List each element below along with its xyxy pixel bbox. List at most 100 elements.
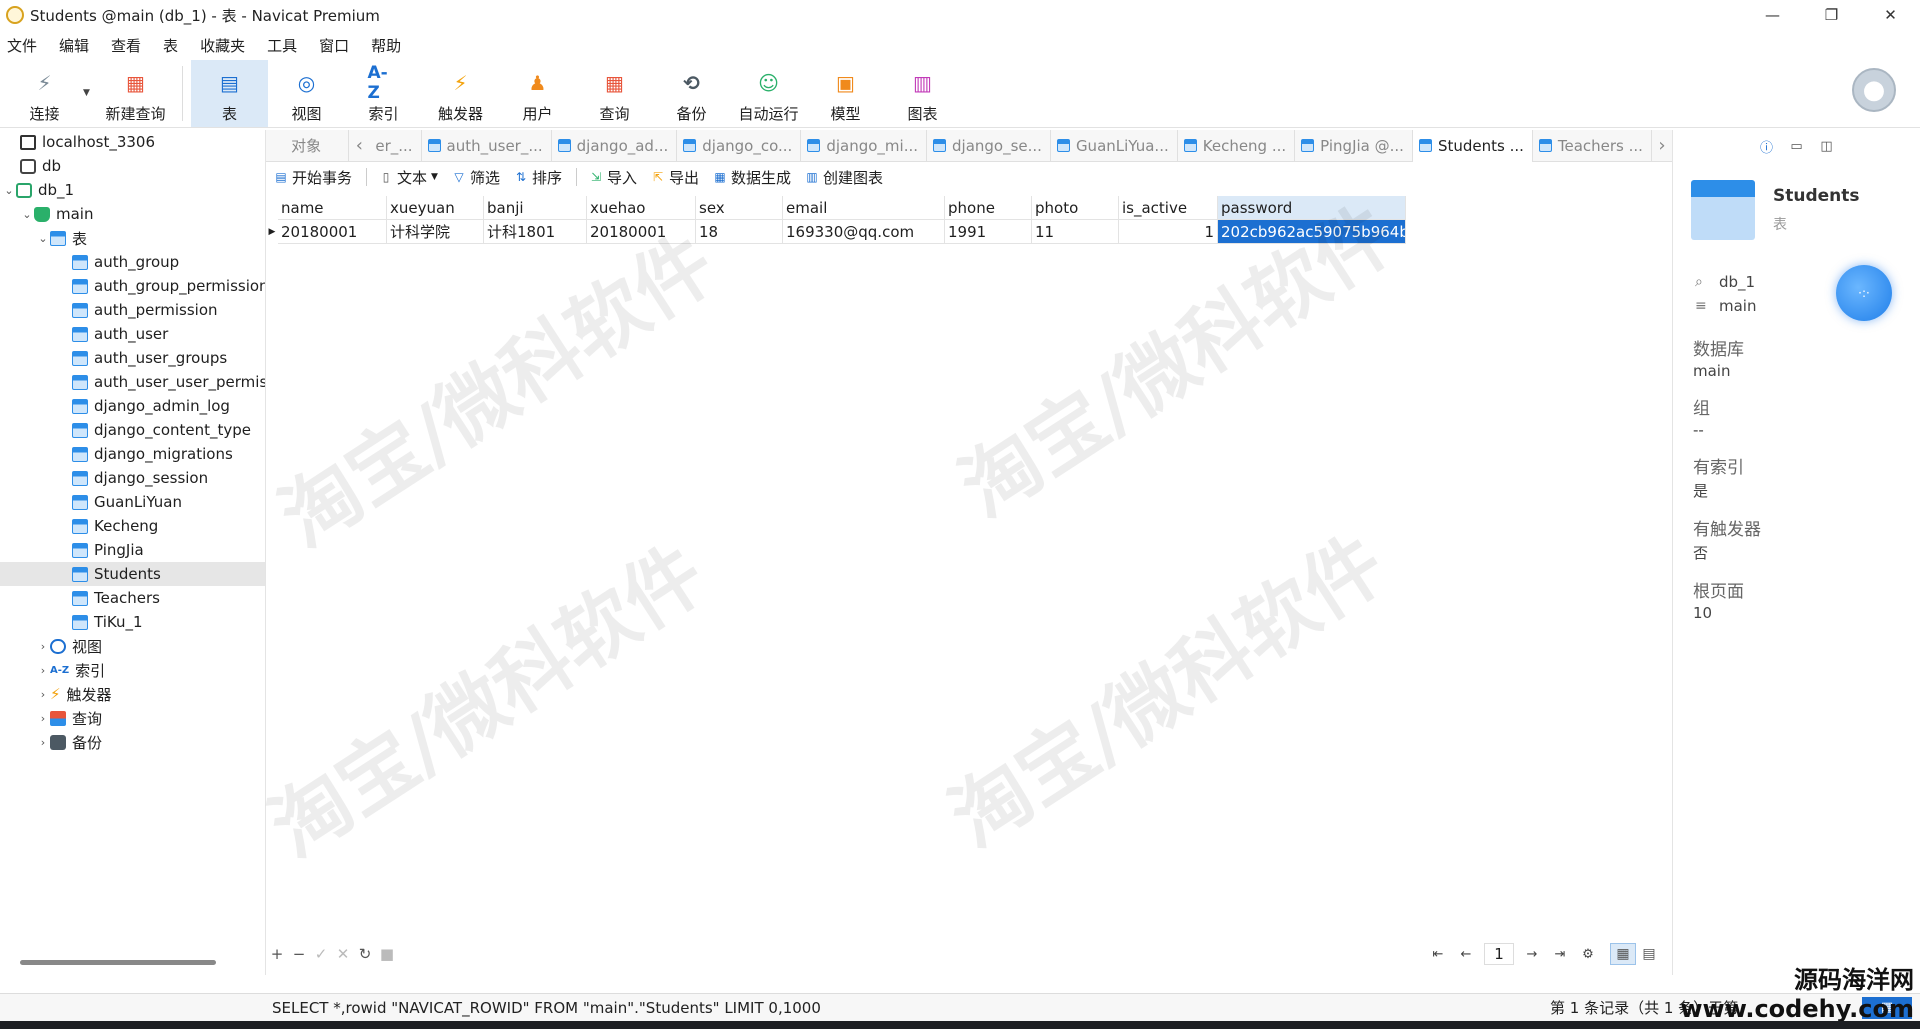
column-header[interactable]: banji	[484, 196, 587, 220]
chevron-right-icon[interactable]: ›	[36, 712, 50, 725]
begin-transaction-button[interactable]: ▤ 开始事务	[274, 167, 352, 188]
tree-tables-group[interactable]: ⌄ 表	[0, 226, 265, 250]
toolbar-table-button[interactable]: ▤ 表	[191, 60, 268, 127]
grid-cell[interactable]: 1991	[945, 220, 1032, 244]
tree-table-item[interactable]: django_content_type	[0, 418, 265, 442]
tree-horizontal-scrollbar[interactable]	[20, 960, 216, 965]
chevron-right-icon[interactable]: ›	[36, 736, 50, 749]
refresh-icon[interactable]: ↻	[354, 945, 376, 963]
tree-table-item[interactable]: auth_group_permission	[0, 274, 265, 298]
menu-help[interactable]: 帮助	[371, 35, 401, 56]
chevron-right-icon[interactable]: ›	[36, 640, 50, 653]
minimize-button[interactable]: —	[1743, 0, 1802, 30]
tree-table-item-selected[interactable]: Students	[0, 562, 265, 586]
page-settings-icon[interactable]: ⚙	[1574, 947, 1602, 962]
tab-item[interactable]: django_co...	[677, 129, 802, 162]
toolbar-model-button[interactable]: ▣ 模型	[807, 60, 884, 127]
tab-objects[interactable]: 对象	[266, 129, 350, 162]
chevron-down-icon[interactable]: ⌄	[20, 208, 34, 221]
grid-cell[interactable]: 计科学院	[387, 220, 484, 244]
toolbar-automation-button[interactable]: ☺ 自动运行	[730, 60, 807, 127]
stop-icon[interactable]: ■	[376, 945, 398, 963]
menu-favorites[interactable]: 收藏夹	[200, 35, 245, 56]
tree-table-item[interactable]: auth_user	[0, 322, 265, 346]
connect-dropdown-caret-icon[interactable]: ▼	[83, 60, 97, 127]
tree-table-item[interactable]: PingJia	[0, 538, 265, 562]
column-header[interactable]: phone	[945, 196, 1032, 220]
tab-item[interactable]: Kecheng ...	[1178, 129, 1296, 162]
column-header[interactable]: xuehao	[587, 196, 696, 220]
apply-changes-icon[interactable]: ✓	[310, 945, 332, 963]
create-chart-button[interactable]: ▥ 创建图表	[805, 167, 883, 188]
grid-cell[interactable]: 20180001	[587, 220, 696, 244]
status-grid-mode-icon[interactable]: ▦	[1862, 996, 1912, 1019]
export-button[interactable]: ⇱ 导出	[651, 167, 699, 188]
column-header[interactable]: name	[278, 196, 387, 220]
chevron-down-icon[interactable]: ⌄	[2, 184, 16, 197]
first-page-icon[interactable]: ⇤	[1424, 947, 1452, 962]
grid-cell[interactable]: 20180001	[278, 220, 387, 244]
grid-cell[interactable]: 169330@qq.com	[783, 220, 945, 244]
chevron-right-icon[interactable]: ›	[36, 664, 50, 677]
tree-database-db[interactable]: db	[0, 154, 265, 178]
tab-scroll-right-icon[interactable]: ›	[1652, 130, 1672, 162]
import-button[interactable]: ⇲ 导入	[589, 167, 637, 188]
tree-backups-group[interactable]: › 备份	[0, 730, 265, 754]
menu-view[interactable]: 查看	[111, 35, 141, 56]
tab-item[interactable]: django_se...	[927, 129, 1051, 162]
tab-item[interactable]: PingJia @...	[1295, 129, 1413, 162]
next-page-icon[interactable]: →	[1518, 947, 1546, 962]
column-header[interactable]: photo	[1032, 196, 1119, 220]
tree-table-item[interactable]: auth_group	[0, 250, 265, 274]
tree-database-db1[interactable]: ⌄ db_1	[0, 178, 265, 202]
menu-tools[interactable]: 工具	[267, 35, 297, 56]
tab-students-active[interactable]: Students ...	[1412, 129, 1533, 162]
form-view-icon[interactable]: ▤	[1636, 943, 1662, 965]
maximize-button[interactable]: ❐	[1802, 0, 1861, 30]
last-page-icon[interactable]: ⇥	[1546, 947, 1574, 962]
sort-button[interactable]: ⇅ 排序	[514, 167, 562, 188]
text-mode-button[interactable]: ▯ 文本 ▼	[379, 167, 438, 188]
toolbar-chart-button[interactable]: ▥ 图表	[884, 60, 961, 127]
tree-indexes-group[interactable]: › A-Z 索引	[0, 658, 265, 682]
tree-triggers-group[interactable]: › ⚡ 触发器	[0, 682, 265, 706]
toolbar-trigger-button[interactable]: ⚡ 触发器	[422, 60, 499, 127]
tree-table-item[interactable]: GuanLiYuan	[0, 490, 265, 514]
tab-item[interactable]: er_...	[369, 129, 422, 162]
delete-record-icon[interactable]: −	[288, 945, 310, 963]
menu-table[interactable]: 表	[163, 35, 178, 56]
discard-changes-icon[interactable]: ✕	[332, 945, 354, 963]
tree-table-item[interactable]: auth_user_groups	[0, 346, 265, 370]
toolbar-backup-button[interactable]: ⟲ 备份	[653, 60, 730, 127]
toolbar-user-button[interactable]: ♟ 用户	[499, 60, 576, 127]
tree-table-item[interactable]: django_session	[0, 466, 265, 490]
grid-cell[interactable]: 11	[1032, 220, 1119, 244]
tab-item[interactable]: django_ad...	[552, 129, 678, 162]
column-header[interactable]: sex	[696, 196, 783, 220]
close-button[interactable]: ✕	[1861, 0, 1920, 30]
column-header[interactable]: is_active	[1119, 196, 1218, 220]
floating-assistant-ball-icon[interactable]: ·:·	[1836, 265, 1892, 321]
page-number-field[interactable]: 1	[1484, 943, 1514, 965]
grid-cell-selected[interactable]: 202cb962ac59075b964b0	[1218, 220, 1406, 244]
chevron-down-icon[interactable]: ⌄	[36, 232, 50, 245]
toolbar-query-button[interactable]: ▦ 查询	[576, 60, 653, 127]
toolbar-index-button[interactable]: A-Z 索引	[345, 60, 422, 127]
ddl-icon[interactable]: ▭	[1782, 139, 1812, 154]
filter-button[interactable]: ▽ 筛选	[452, 167, 500, 188]
toolbar-new-query-button[interactable]: ▦ 新建查询	[97, 60, 174, 127]
add-record-icon[interactable]: +	[266, 945, 288, 963]
tab-item[interactable]: auth_user_...	[422, 129, 552, 162]
column-header[interactable]: xueyuan	[387, 196, 484, 220]
tree-table-item[interactable]: Teachers	[0, 586, 265, 610]
tree-table-item[interactable]: django_admin_log	[0, 394, 265, 418]
grid-view-icon[interactable]: ▦	[1610, 943, 1636, 965]
info-icon[interactable]: ⓘ	[1752, 137, 1782, 156]
grid-cell[interactable]: 1	[1119, 220, 1218, 244]
tree-views-group[interactable]: › 视图	[0, 634, 265, 658]
menu-file[interactable]: 文件	[7, 35, 37, 56]
column-header-selected[interactable]: password	[1218, 196, 1406, 220]
tree-table-item[interactable]: TiKu_1	[0, 610, 265, 634]
tree-connection-localhost[interactable]: localhost_3306	[0, 130, 265, 154]
data-generation-button[interactable]: ▦ 数据生成	[713, 167, 791, 188]
